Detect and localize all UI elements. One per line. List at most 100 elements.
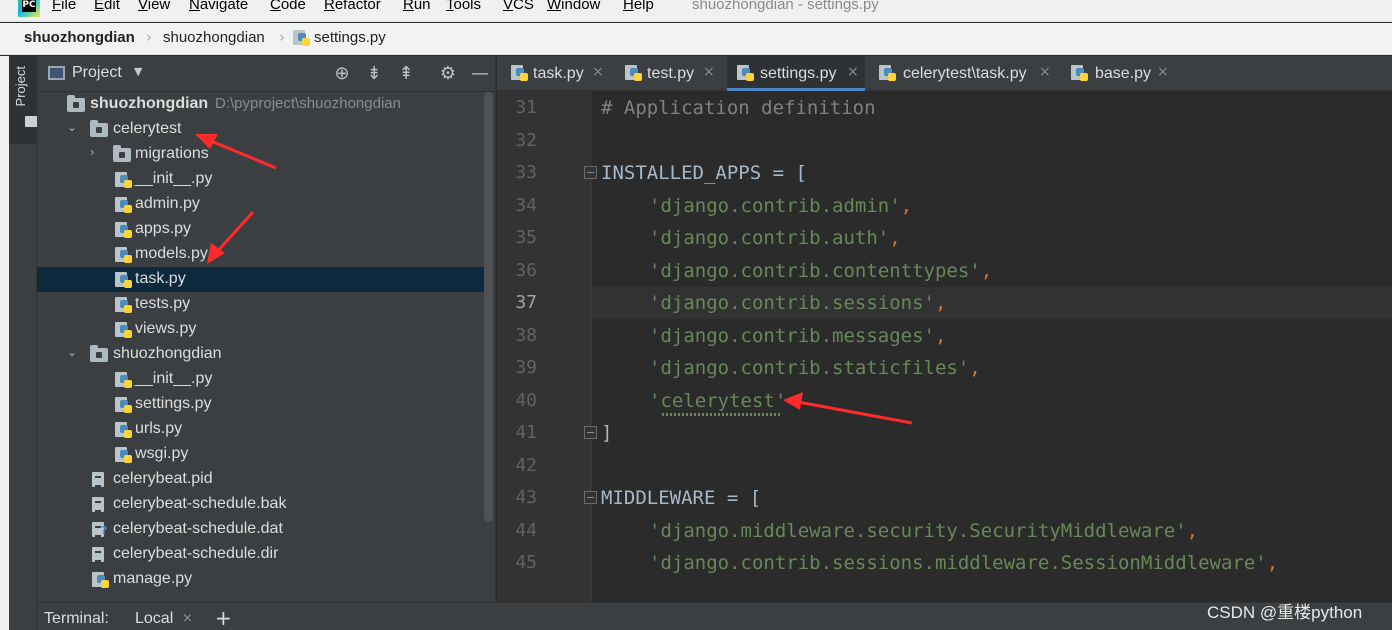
breadcrumb-package[interactable]: shuozhongdian [163,29,265,46]
close-icon[interactable]: × [1039,64,1051,80]
text-file-icon [92,472,104,487]
project-view-icon [48,66,65,80]
tree-item-file[interactable]: ? celerybeat-schedule.dat [37,517,487,542]
chevron-right-icon: › [279,28,285,46]
line-number-current: 37 [515,292,537,313]
python-file-icon [115,447,133,464]
python-file-icon [115,247,133,264]
menu-navigate[interactable]: Navigate [189,0,248,13]
tree-item-label: __init__.py [135,370,213,387]
tab-label: task.py [533,65,584,82]
expand-all-icon[interactable]: ⇟ [363,63,385,85]
fold-marker-icon[interactable] [584,491,597,504]
fold-marker-icon[interactable] [584,426,597,439]
project-panel-header: Project ▼ ⊕ ⇟ ⇞ ⚙ — [37,56,496,92]
line-number: 40 [515,390,537,411]
tree-item-label: urls.py [135,420,183,437]
typo-warning-underline [662,413,780,416]
code-line: 'django.contrib.auth', [649,227,901,249]
project-panel-scrollbar[interactable] [484,92,493,522]
gear-icon[interactable]: ⚙ [437,63,459,85]
tree-item-file[interactable]: views.py [37,317,487,342]
chevron-right-icon[interactable]: › [90,145,102,159]
tab-base-py[interactable]: base.py × [1067,56,1179,91]
project-panel-title[interactable]: Project [72,64,122,82]
python-file-icon [511,65,529,82]
collapse-all-icon[interactable]: ⇞ [395,63,417,85]
menu-code[interactable]: Code [270,0,306,13]
close-icon[interactable]: × [182,611,193,626]
chevron-down-icon[interactable]: ⌄ [67,345,79,359]
project-tool-button[interactable]: Project [9,56,39,144]
tree-root-row[interactable]: ⌄ shuozhongdian D:\pyproject\shuozhongdi… [37,92,487,117]
menu-edit[interactable]: Edit [94,0,120,13]
tree-item-file[interactable]: celerybeat-schedule.dir [37,542,487,567]
watermark: CSDN @重楼python [1207,603,1363,622]
tree-item-shuozhongdian[interactable]: ⌄ shuozhongdian [37,342,487,367]
tree-item-label: celerybeat-schedule.dir [113,545,279,562]
tab-task-py[interactable]: task.py × [507,56,611,91]
code-line: 'celerytest' [649,390,787,412]
close-icon[interactable]: × [1157,64,1169,80]
menu-run[interactable]: Run [403,0,431,13]
line-number: 41 [515,422,537,443]
close-icon[interactable]: × [847,64,859,80]
tree-item-label: views.py [135,320,197,337]
tree-item-file[interactable]: settings.py [37,392,487,417]
tree-item-file[interactable]: manage.py [37,567,487,592]
terminal-label[interactable]: Terminal: [44,610,109,628]
menu-tools[interactable]: Tools [446,0,481,13]
code-line: 'django.contrib.staticfiles', [649,357,981,379]
menu-view[interactable]: View [138,0,170,13]
tree-item-file[interactable]: urls.py [37,417,487,442]
code-line: 'django.middleware.security.SecurityMidd… [649,520,1199,542]
tab-celerytest-task-py[interactable]: celerytest\task.py × [875,56,1057,91]
python-file-icon [115,297,133,314]
line-number: 32 [515,130,537,151]
breadcrumb-file[interactable]: settings.py [314,29,386,46]
menu-refactor[interactable]: Refactor [324,0,381,13]
project-panel: Project ▼ ⊕ ⇟ ⇞ ⚙ — ⌄ shuozhongdian D:\p… [37,56,496,602]
hide-panel-icon[interactable]: — [469,63,491,85]
menu-window[interactable]: Window [547,0,600,13]
tree-item-label: celerytest [113,120,182,137]
tree-item-migrations[interactable]: › migrations [37,142,487,167]
close-icon[interactable]: × [592,64,604,80]
package-folder-icon [113,145,131,162]
tree-item-file[interactable]: tests.py [37,292,487,317]
tree-item-file[interactable]: celerybeat-schedule.bak [37,492,487,517]
tree-item-label: task.py [135,270,186,287]
menu-help[interactable]: Help [623,0,654,13]
tree-item-file[interactable]: __init__.py [37,167,487,192]
menu-vcs[interactable]: VCS [503,0,534,13]
tab-test-py[interactable]: test.py × [621,56,723,91]
close-icon[interactable]: × [703,64,715,80]
python-file-icon [92,572,110,589]
folder-icon [67,95,85,112]
package-folder-icon [90,345,108,362]
tree-item-file[interactable]: models.py [37,242,487,267]
menu-file[interactable]: File [52,0,76,13]
tree-item-file[interactable]: __init__.py [37,367,487,392]
tree-item-file[interactable]: celerybeat.pid [37,467,487,492]
terminal-tab-local[interactable]: Local [135,610,173,628]
locate-crosshair-icon[interactable]: ⊕ [331,63,353,85]
tree-item-celerytest[interactable]: ⌄ celerytest [37,117,487,142]
tree-item-label: apps.py [135,220,192,237]
tree-item-file[interactable]: admin.py [37,192,487,217]
fold-marker-icon[interactable] [584,166,597,179]
code-line: MIDDLEWARE = [ [601,487,762,509]
chevron-down-icon[interactable]: ⌄ [67,120,79,134]
breadcrumb-project[interactable]: shuozhongdian [24,29,135,46]
code-editor[interactable]: 31 32 33 34 35 36 37 38 39 40 41 42 43 4… [497,91,1392,602]
tree-item-file[interactable]: apps.py [37,217,487,242]
tree-item-label: manage.py [113,570,193,587]
tree-item-file[interactable]: wsgi.py [37,442,487,467]
python-file-icon [115,172,133,189]
tab-label: settings.py [760,65,837,82]
add-terminal-icon[interactable]: + [215,606,232,630]
tab-settings-py[interactable]: settings.py × [727,56,865,91]
python-file-icon [293,30,311,47]
chevron-down-icon[interactable]: ▼ [134,65,142,78]
tree-item-file-selected[interactable]: task.py [37,267,487,292]
